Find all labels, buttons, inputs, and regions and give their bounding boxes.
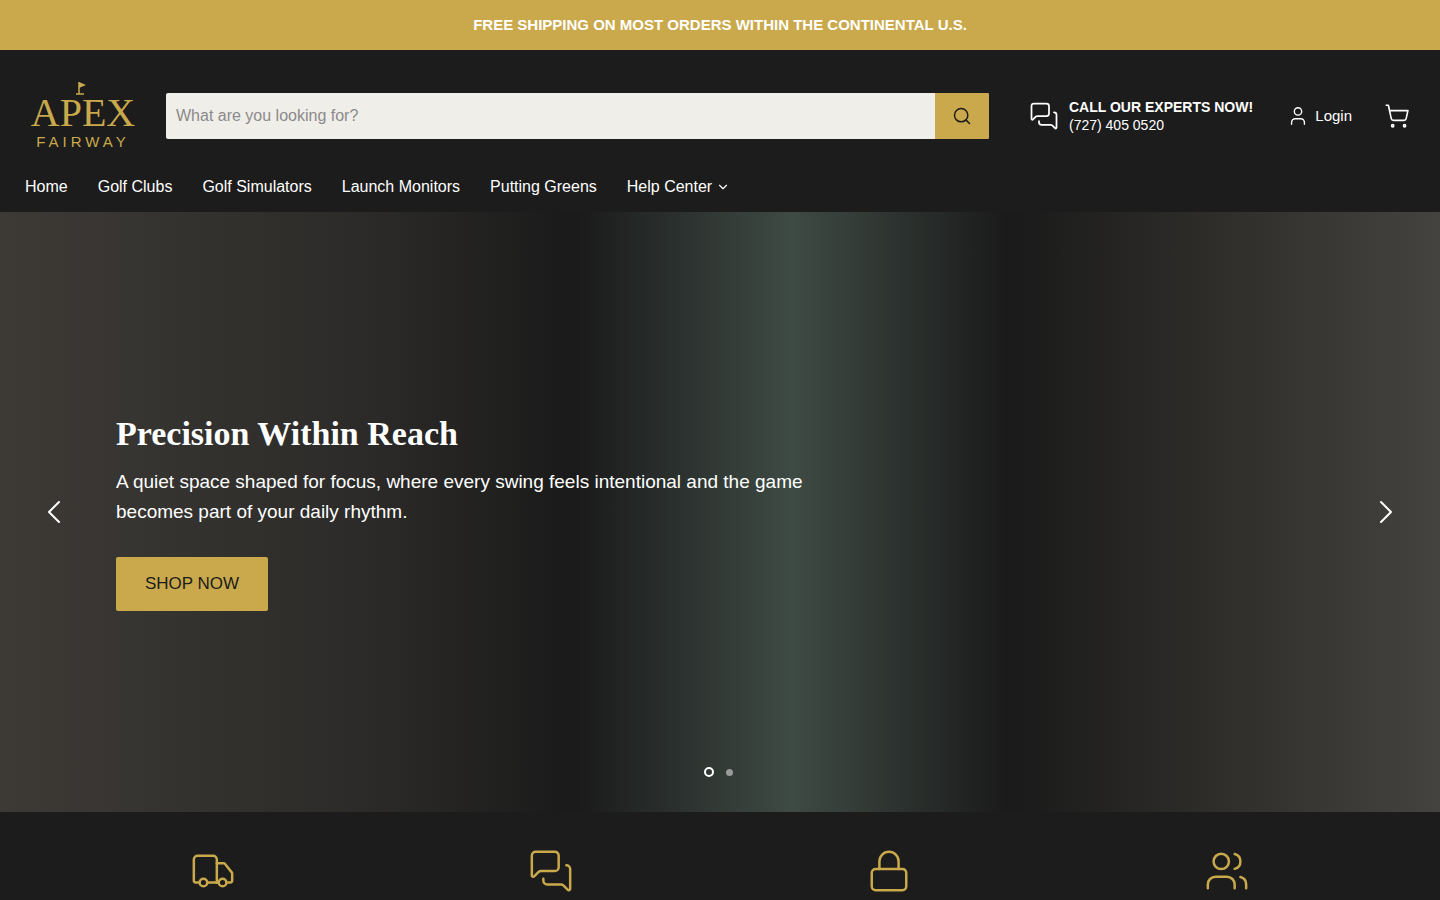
nav-item[interactable]: Golf Simulators: [202, 175, 311, 199]
chevron-right-icon: [1366, 492, 1406, 532]
shop-now-button[interactable]: SHOP NOW: [116, 557, 268, 611]
chat-icon: [1029, 101, 1059, 131]
contact-title: CALL OUR EXPERTS NOW!: [1069, 98, 1253, 116]
header: APEXFAIRWAY CALL OUR EXPERTS NOW!(727) 40…: [0, 50, 1440, 212]
nav-item[interactable]: Putting Greens: [490, 175, 597, 199]
logo-top: APEX: [31, 93, 135, 133]
chevron-down-icon: [716, 180, 730, 194]
feature: [1058, 848, 1396, 894]
slide-dot[interactable]: [704, 767, 714, 777]
slide-dot[interactable]: [726, 769, 733, 776]
nav-item[interactable]: Home: [25, 175, 68, 199]
users-icon: [1204, 848, 1250, 894]
lock-icon: [866, 848, 912, 894]
nav-item[interactable]: Help Center: [627, 175, 730, 199]
nav-item[interactable]: Launch Monitors: [342, 175, 460, 199]
truck-icon: [190, 848, 236, 894]
search-input[interactable]: [166, 93, 935, 139]
user-icon: [1287, 105, 1309, 127]
feature: [382, 848, 720, 894]
search-button[interactable]: [935, 93, 989, 139]
chat-icon: [528, 848, 574, 894]
announcement-text: FREE SHIPPING ON MOST ORDERS WITHIN THE …: [473, 14, 967, 37]
slide-dots: [704, 767, 733, 777]
hero-content: Precision Within Reach A quiet space shap…: [116, 413, 816, 611]
hero-title: Precision Within Reach: [116, 413, 816, 455]
next-slide-button[interactable]: [1366, 492, 1406, 532]
contact[interactable]: CALL OUR EXPERTS NOW!(727) 405 0520: [1029, 98, 1253, 134]
prev-slide-button[interactable]: [34, 492, 74, 532]
cart-button[interactable]: [1384, 103, 1410, 129]
logo[interactable]: APEXFAIRWAY: [26, 81, 140, 151]
page: FREE SHIPPING ON MOST ORDERS WITHIN THE …: [0, 0, 1440, 900]
cart-icon: [1384, 103, 1410, 129]
contact-phone: (727) 405 0520: [1069, 116, 1253, 134]
logo-bottom: FAIRWAY: [36, 133, 130, 151]
search-bar: [166, 93, 989, 139]
main-nav: Home Golf Clubs Golf Simulators Launch Moni…: [0, 162, 1440, 212]
search-icon: [952, 106, 972, 126]
feature: [44, 848, 382, 894]
feature: [720, 848, 1058, 894]
login-button[interactable]: Login: [1287, 105, 1352, 128]
nav-item[interactable]: Golf Clubs: [98, 175, 173, 199]
features: [0, 812, 1440, 894]
hero: Precision Within Reach A quiet space shap…: [0, 212, 1440, 812]
chevron-left-icon: [34, 492, 74, 532]
announcement-bar: FREE SHIPPING ON MOST ORDERS WITHIN THE …: [0, 0, 1440, 50]
hero-text: A quiet space shaped for focus, where ev…: [116, 467, 816, 527]
